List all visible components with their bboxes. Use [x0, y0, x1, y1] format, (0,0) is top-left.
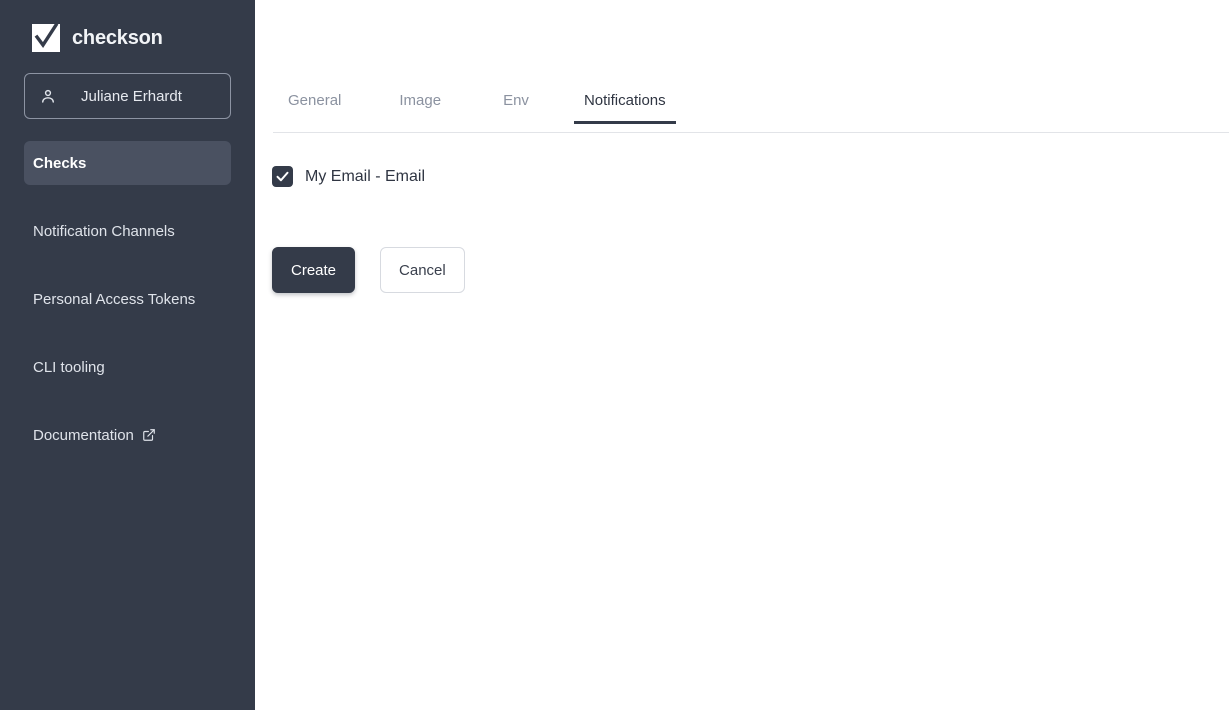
form-actions: Create Cancel	[272, 247, 465, 293]
sidebar-item-cli-tooling[interactable]: CLI tooling	[24, 345, 231, 389]
tab-env[interactable]: Env	[493, 92, 539, 123]
sidebar-item-notification-channels[interactable]: Notification Channels	[24, 209, 231, 253]
tab-general[interactable]: General	[278, 92, 351, 123]
tab-label: Env	[503, 92, 529, 109]
checkmark-square-icon	[32, 24, 60, 52]
tab-bar: General Image Env Notifications	[273, 92, 1229, 133]
checkmark-icon	[276, 171, 289, 182]
user-icon	[39, 87, 57, 105]
create-button[interactable]: Create	[272, 247, 356, 293]
external-link-icon	[142, 428, 156, 442]
brand: checkson	[0, 0, 255, 52]
sidebar-item-label: Notification Channels	[33, 222, 175, 240]
cancel-button[interactable]: Cancel	[380, 247, 465, 293]
app-root: checkson Juliane Erhardt Checks Notifica…	[0, 0, 1229, 710]
sidebar-item-label: CLI tooling	[33, 358, 105, 376]
sidebar-item-label: Documentation	[33, 426, 134, 444]
tab-label: Notifications	[583, 92, 666, 109]
notification-channel-checkbox[interactable]	[272, 166, 293, 187]
tab-image[interactable]: Image	[389, 92, 451, 123]
brand-name: checkson	[72, 26, 163, 49]
sidebar-nav: Checks Notification Channels Personal Ac…	[0, 141, 255, 457]
sidebar-item-label: Checks	[33, 154, 87, 172]
user-name: Juliane Erhardt	[81, 87, 182, 105]
sidebar-item-documentation[interactable]: Documentation	[24, 413, 231, 457]
tab-label: General	[288, 92, 342, 109]
main-content: General Image Env Notifications My Email…	[255, 0, 1229, 710]
tab-notifications[interactable]: Notifications	[573, 92, 676, 124]
notification-channel-label: My Email - Email	[305, 167, 426, 185]
user-menu-button[interactable]: Juliane Erhardt	[24, 73, 231, 119]
notification-channel-row[interactable]: My Email - Email	[272, 166, 425, 187]
sidebar: checkson Juliane Erhardt Checks Notifica…	[0, 0, 255, 710]
sidebar-item-personal-access-tokens[interactable]: Personal Access Tokens	[24, 277, 231, 321]
tab-label: Image	[399, 92, 442, 109]
sidebar-item-label: Personal Access Tokens	[33, 290, 196, 308]
sidebar-item-checks[interactable]: Checks	[24, 141, 231, 185]
